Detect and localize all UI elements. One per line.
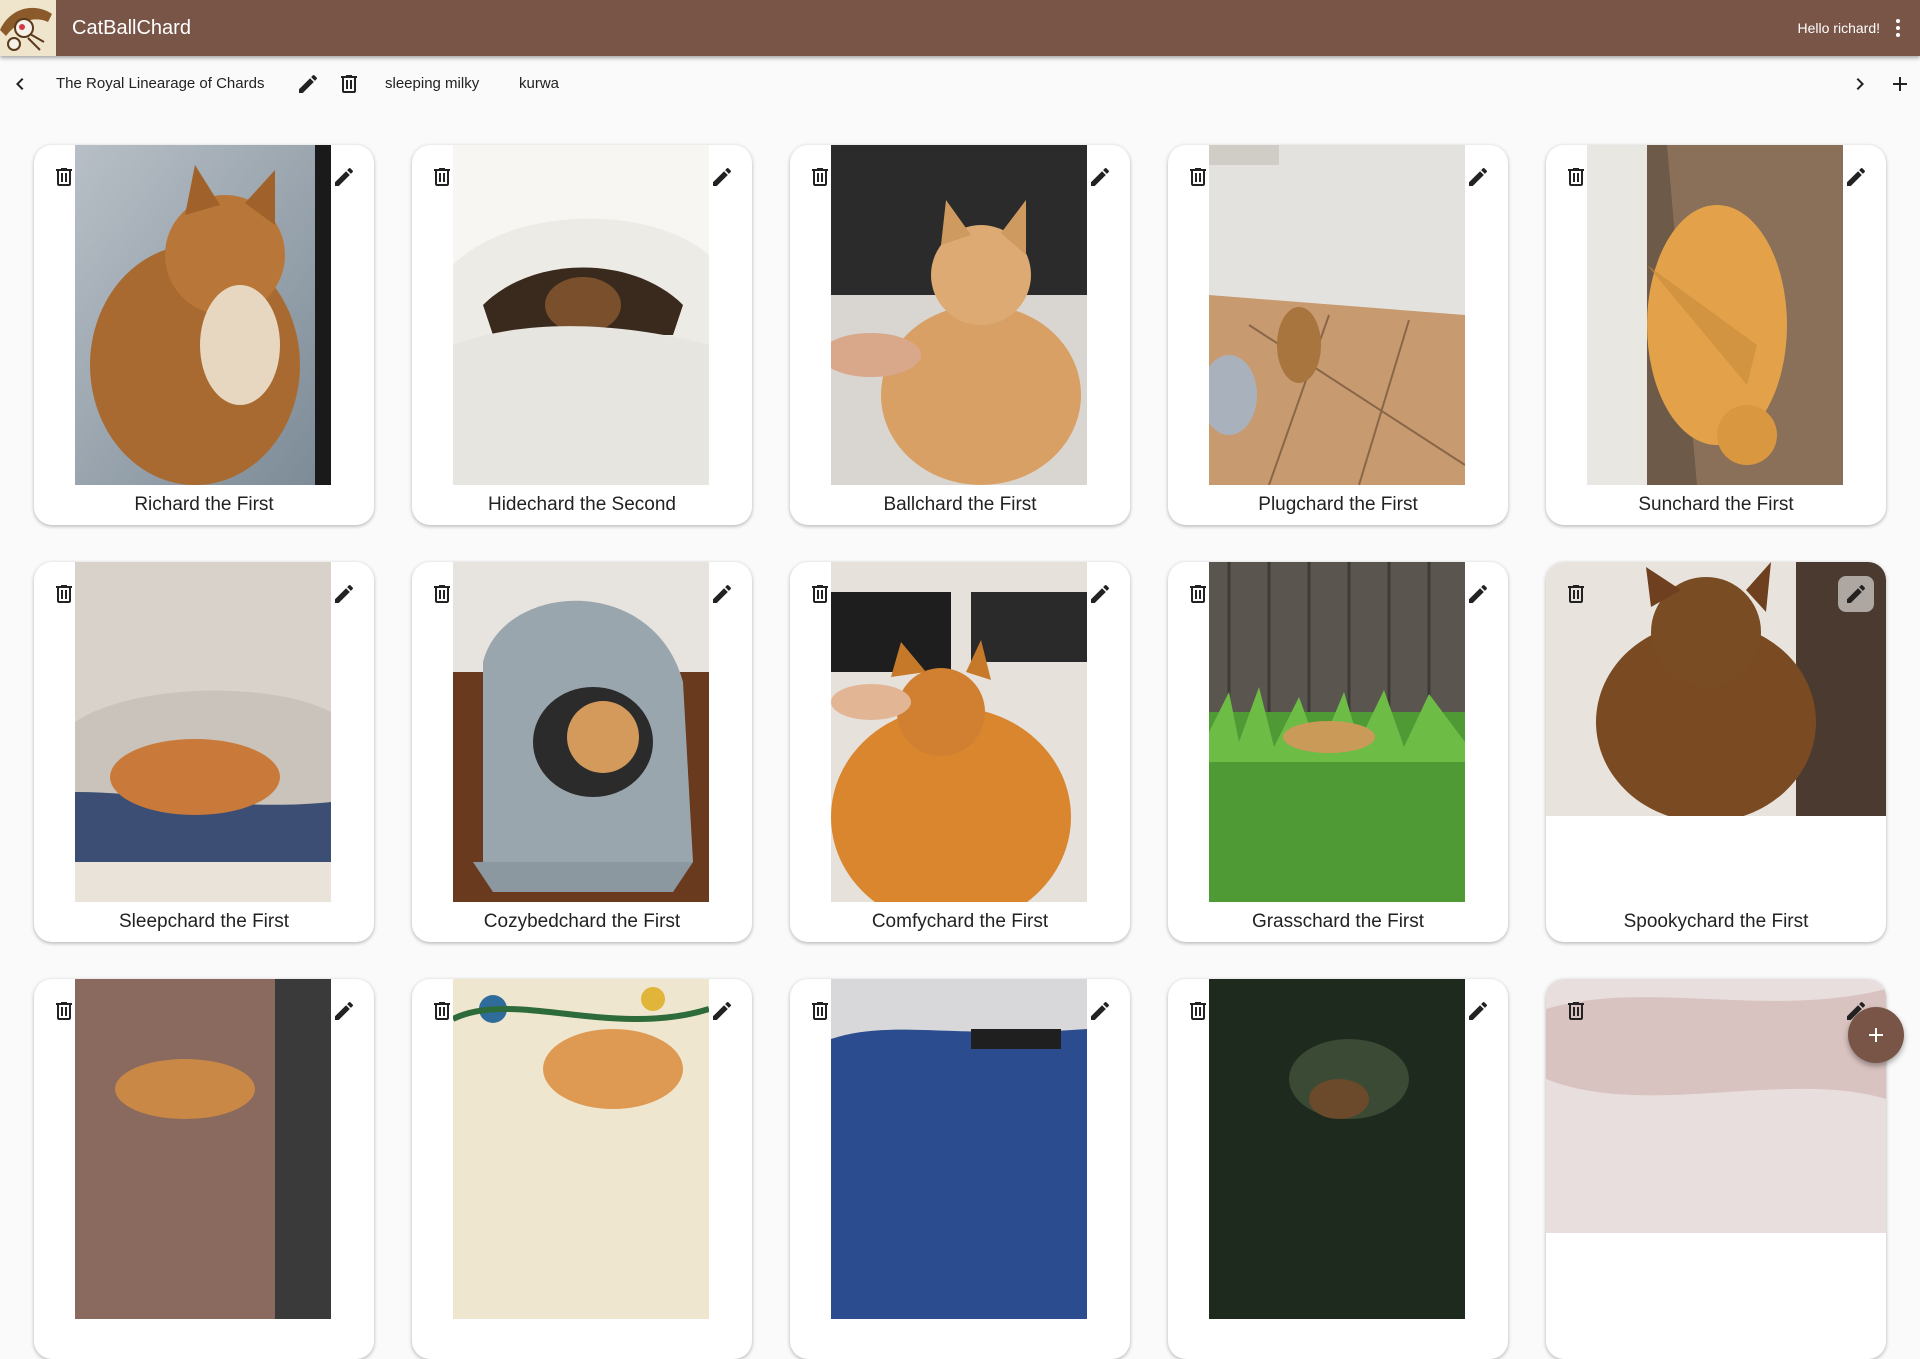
trash-icon[interactable]: [1558, 993, 1594, 1029]
trash-icon[interactable]: [802, 576, 838, 612]
cat-photo: [831, 979, 1087, 1319]
cat-name: Ballchard the First: [883, 494, 1037, 515]
plus-icon: [1864, 1023, 1888, 1047]
cat-photo: [453, 562, 709, 902]
trash-icon[interactable]: [1180, 576, 1216, 612]
cat-card[interactable]: [34, 979, 374, 1359]
pencil-icon[interactable]: [1082, 576, 1118, 612]
plus-icon[interactable]: [1888, 72, 1912, 96]
cat-name: Spookychard the First: [1623, 911, 1809, 932]
trash-icon[interactable]: [1180, 159, 1216, 195]
cat-card[interactable]: Grasschard the First: [1168, 562, 1508, 942]
trash-icon[interactable]: [1558, 159, 1594, 195]
cat-photo: [75, 979, 331, 1319]
trash-icon[interactable]: [802, 159, 838, 195]
cat-photo: [1209, 145, 1465, 485]
pencil-icon[interactable]: [1460, 576, 1496, 612]
cat-photo: [1546, 562, 1886, 816]
tab-sleeping-milky[interactable]: sleeping milky: [385, 75, 479, 93]
pencil-icon[interactable]: [326, 993, 362, 1029]
cat-card[interactable]: Plugchard the First: [1168, 145, 1508, 525]
trash-icon[interactable]: [46, 576, 82, 612]
cat-name: Richard the First: [134, 494, 274, 515]
cat-name: Sleepchard the First: [118, 911, 290, 932]
cat-name: Grasschard the First: [1251, 911, 1425, 932]
cat-photo: [1209, 562, 1465, 902]
cat-name: Comfychard the First: [871, 911, 1049, 932]
pencil-icon[interactable]: [1460, 159, 1496, 195]
pencil-icon[interactable]: [1082, 993, 1118, 1029]
cat-card[interactable]: Comfychard the First: [790, 562, 1130, 942]
cat-photo: [75, 562, 331, 902]
chevron-left-icon[interactable]: [8, 72, 32, 96]
pencil-icon[interactable]: [1082, 159, 1118, 195]
trash-icon[interactable]: [46, 993, 82, 1029]
trash-icon[interactable]: [46, 159, 82, 195]
trash-icon[interactable]: [802, 993, 838, 1029]
cat-photo: [453, 145, 709, 485]
pencil-icon[interactable]: [326, 576, 362, 612]
cat-photo: [75, 145, 331, 485]
pencil-icon[interactable]: [704, 576, 740, 612]
cat-photo: [453, 979, 709, 1319]
chevron-right-icon[interactable]: [1848, 72, 1872, 96]
cat-card[interactable]: Ballchard the First: [790, 145, 1130, 525]
cat-name: Cozybedchard the First: [483, 911, 681, 932]
add-cat-button[interactable]: [1848, 1007, 1904, 1063]
cat-card[interactable]: Sleepchard the First: [34, 562, 374, 942]
pencil-icon[interactable]: [1460, 993, 1496, 1029]
cat-card[interactable]: Sunchard the First: [1546, 145, 1886, 525]
cat-photo: [1209, 979, 1465, 1319]
pencil-icon[interactable]: [704, 159, 740, 195]
pencil-icon[interactable]: [704, 993, 740, 1029]
app-bar: CatBallChard Hello richard!: [0, 0, 1920, 56]
trash-icon[interactable]: [424, 576, 460, 612]
tab-bar: The Royal Linearage of Chards sleeping m…: [0, 56, 1920, 112]
cat-photo: [1587, 145, 1843, 485]
cat-photo: [831, 562, 1087, 902]
cat-photo: [1546, 979, 1886, 1233]
trash-icon[interactable]: [337, 72, 361, 96]
cat-card[interactable]: [1546, 979, 1886, 1359]
tab-royal-linearage[interactable]: The Royal Linearage of Chards: [56, 75, 264, 93]
trash-icon[interactable]: [1180, 993, 1216, 1029]
cat-card[interactable]: Hidechard the Second: [412, 145, 752, 525]
cat-card[interactable]: [790, 979, 1130, 1359]
app-logo[interactable]: [0, 0, 56, 56]
trash-icon[interactable]: [1558, 576, 1594, 612]
trash-icon[interactable]: [424, 159, 460, 195]
pencil-icon[interactable]: [1838, 159, 1874, 195]
app-title: CatBallChard: [72, 17, 191, 39]
cat-photo: [831, 145, 1087, 485]
pencil-icon[interactable]: [326, 159, 362, 195]
cat-card[interactable]: [1168, 979, 1508, 1359]
cat-card[interactable]: Spookychard the First: [1546, 562, 1886, 942]
cat-card[interactable]: [412, 979, 752, 1359]
pencil-icon[interactable]: [1838, 576, 1874, 612]
pencil-icon[interactable]: [296, 72, 320, 96]
cat-card[interactable]: Richard the First: [34, 145, 374, 525]
more-vert-icon[interactable]: [1886, 16, 1910, 40]
cat-name: Plugchard the First: [1258, 494, 1418, 515]
cat-name: Sunchard the First: [1638, 494, 1794, 515]
trash-icon[interactable]: [424, 993, 460, 1029]
tab-kurwa[interactable]: kurwa: [519, 75, 559, 93]
user-greeting: Hello richard!: [1797, 20, 1880, 36]
cat-card[interactable]: Cozybedchard the First: [412, 562, 752, 942]
cat-name: Hidechard the Second: [487, 494, 676, 515]
